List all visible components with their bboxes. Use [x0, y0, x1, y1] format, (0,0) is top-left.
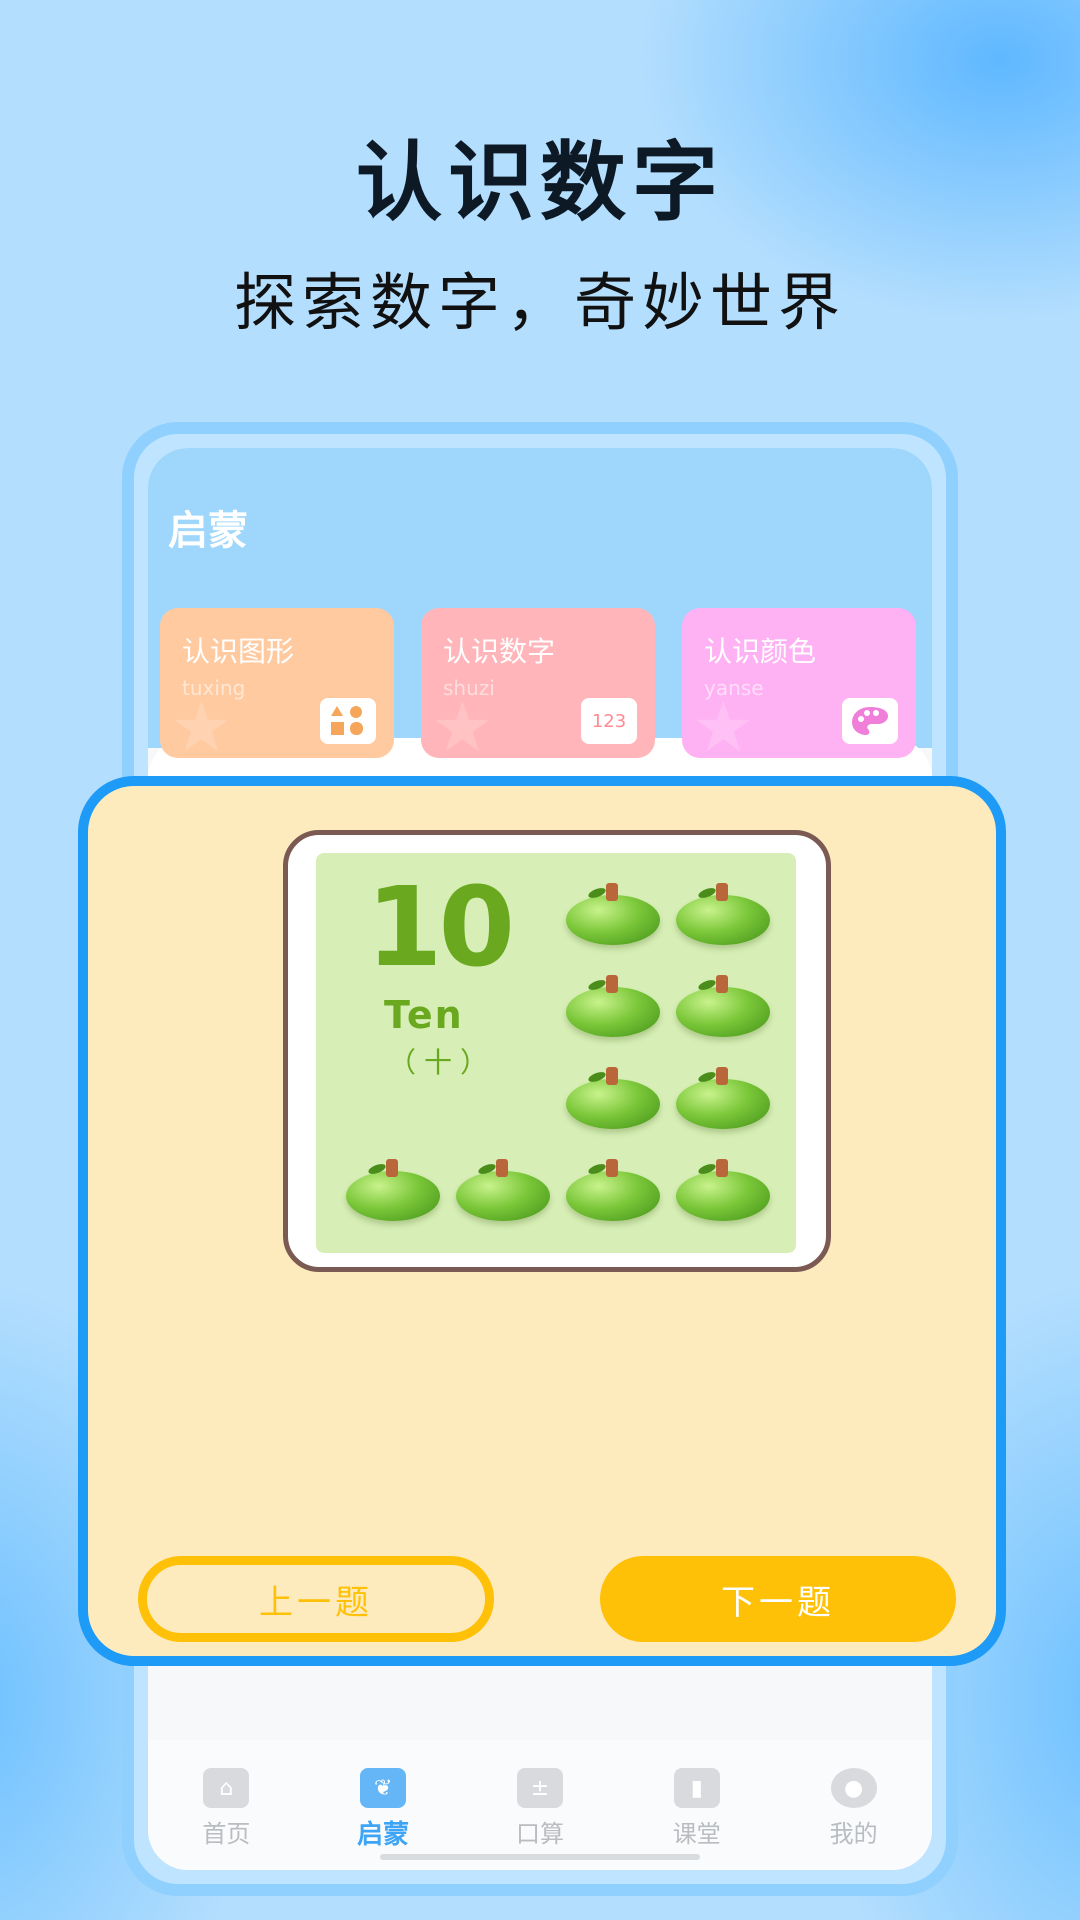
calculator-icon: ±	[516, 1768, 563, 1808]
category-title: 认识颜色	[704, 635, 817, 668]
numbers-icon: 123	[581, 698, 637, 744]
apple-illustration	[676, 975, 770, 1037]
flashcard-frame: 10 Ten （十）	[283, 830, 831, 1272]
category-title: 认识数字	[443, 635, 556, 668]
tab-label: 首页	[202, 1820, 251, 1848]
home-icon: ⌂	[203, 1768, 250, 1808]
apple-illustration	[566, 1159, 660, 1221]
category-card-shapes[interactable]: 认识图形 tuxing ★	[160, 608, 394, 758]
apple-illustration	[566, 883, 660, 945]
flashcard-number: 10	[366, 863, 515, 991]
user-icon: ●	[830, 1768, 877, 1808]
palette-icon	[842, 698, 898, 744]
previous-question-button[interactable]: 上一题	[138, 1556, 494, 1642]
apple-illustration	[566, 1067, 660, 1129]
book-icon: ▮	[673, 1768, 720, 1808]
apple-illustration	[346, 1159, 440, 1221]
flashcard: 10 Ten （十）	[316, 853, 796, 1253]
category-title: 认识图形	[182, 635, 295, 668]
tab-label: 启蒙	[357, 1820, 410, 1850]
tab-label: 我的	[829, 1820, 878, 1848]
tab-label: 口算	[515, 1820, 564, 1848]
tab-profile[interactable]: ● 我的	[794, 1768, 914, 1870]
number-flashcard-dialog: 10 Ten （十） 上一题 下一题	[78, 776, 1006, 1666]
section-title: 启蒙	[168, 508, 248, 554]
apple-illustration	[676, 883, 770, 945]
flashcard-chinese: （十）	[388, 1046, 497, 1079]
sprout-icon: ❦	[360, 1768, 407, 1808]
promo-subline: 探索数字，奇妙世界	[233, 266, 846, 339]
promo-headline: 认识数字	[356, 133, 724, 233]
tab-label: 课堂	[672, 1820, 721, 1848]
next-question-button[interactable]: 下一题	[600, 1556, 956, 1642]
flashcard-word: Ten	[384, 993, 464, 1037]
tab-home[interactable]: ⌂ 首页	[166, 1768, 286, 1870]
apple-illustration	[676, 1159, 770, 1221]
apple-illustration	[456, 1159, 550, 1221]
category-card-numbers[interactable]: 认识数字 shuzi ★ 123	[421, 608, 655, 758]
bottom-tab-bar: ⌂ 首页 ❦ 启蒙 ± 口算 ▮ 课堂 ● 我的	[148, 1740, 932, 1870]
apple-illustration	[676, 1067, 770, 1129]
category-card-colors[interactable]: 认识颜色 yanse ★	[682, 608, 916, 758]
shapes-icon	[320, 698, 376, 744]
apple-illustration	[566, 975, 660, 1037]
home-indicator	[380, 1854, 700, 1860]
